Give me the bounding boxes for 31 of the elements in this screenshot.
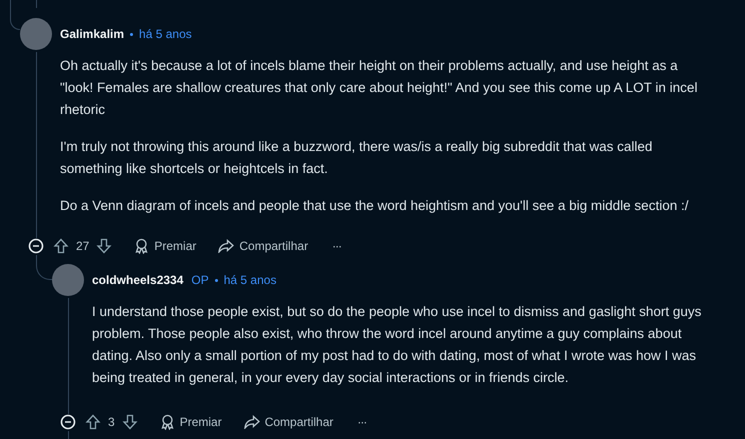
thread-line — [10, 0, 20, 30]
thread-line — [36, 255, 52, 280]
username[interactable]: Galimkalim — [60, 25, 124, 43]
comment-text: Oh actually it's because a lot of incels blame their height on their problems actually, and use height as a "look! Females are shallow creatures that only care about height!" And you see this come up A LOT in incel rhetoric — [60, 57, 698, 119]
downvote-icon[interactable] — [96, 238, 112, 254]
share-icon — [244, 415, 260, 429]
upvote-icon[interactable] — [53, 238, 69, 254]
username[interactable]: coldwheels2334 — [92, 271, 184, 289]
award-button[interactable]: Premiar — [160, 413, 222, 431]
collapse-icon[interactable] — [28, 238, 44, 254]
award-button[interactable]: Premiar — [134, 237, 196, 255]
comment-text: Do a Venn diagram of incels and people that use the word heightism and you'll see a big middle section :/ — [60, 197, 690, 215]
avatar[interactable] — [52, 264, 84, 296]
op-label: OP — [191, 272, 209, 289]
award-icon — [134, 238, 150, 254]
downvote-icon[interactable] — [122, 414, 138, 430]
vote-count: 3 — [108, 414, 115, 431]
comment-text: I'm truly not throwing this around like a buzzword, there was/is a really big subreddit that was called something like shortcels or heightcels in fact. — [60, 138, 654, 178]
comment-text: I understand those people exist, but so do the people who use incel to dismiss and gaslight short guys problem. Those people also exist, who throw the word incel around anytime a guy complains about dating. Also only a small portion of my post had to do with dating, most of what I wrote was how I was being treated in general, in your every day social interactions or in friends circle. — [92, 303, 702, 387]
share-button[interactable]: Compartilhar — [244, 413, 334, 431]
collapse-icon[interactable] — [60, 414, 76, 430]
vote-count: 27 — [76, 238, 90, 255]
share-button[interactable]: Compartilhar — [218, 237, 308, 255]
share-icon — [218, 239, 234, 253]
upvote-icon[interactable] — [85, 414, 101, 430]
timestamp[interactable]: há 5 anos — [139, 25, 192, 43]
more-options-button[interactable]: ··· — [357, 413, 366, 431]
award-icon — [160, 414, 175, 430]
timestamp[interactable]: há 5 anos — [224, 271, 276, 289]
avatar[interactable] — [20, 18, 52, 50]
more-options-button[interactable]: ··· — [332, 237, 342, 255]
